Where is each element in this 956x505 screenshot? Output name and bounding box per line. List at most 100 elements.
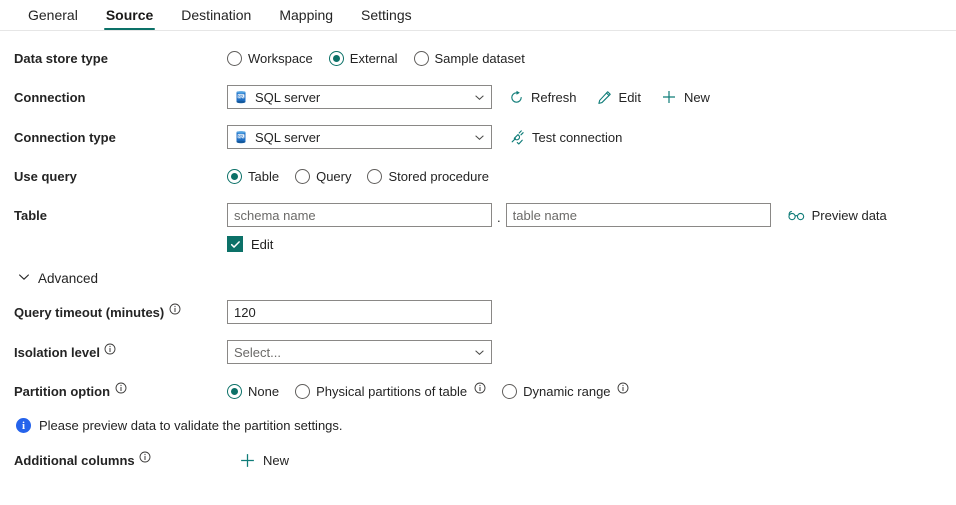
additional-columns-controls: New xyxy=(227,452,309,469)
advanced-section-header[interactable]: Advanced xyxy=(18,271,956,286)
new-connection-button[interactable]: New xyxy=(661,89,710,105)
label-isolation-level: Isolation level xyxy=(14,345,227,360)
schema-name-input[interactable]: schema name xyxy=(227,203,492,227)
radio-dot-icon xyxy=(295,169,310,184)
chevron-down-icon xyxy=(471,132,487,143)
row-table: Table schema name . table name xyxy=(14,203,956,227)
add-additional-column-button[interactable]: New xyxy=(239,452,289,469)
edit-connection-button[interactable]: Edit xyxy=(597,90,641,105)
new-label: New xyxy=(684,90,710,105)
advanced-section-label: Advanced xyxy=(38,271,98,286)
connection-actions: Refresh Edit xyxy=(509,89,730,105)
connection-value: SQL server xyxy=(255,90,471,105)
isolation-level-placeholder: Select... xyxy=(234,345,471,360)
label-use-query: Use query xyxy=(14,169,227,184)
row-partition-option: Partition option None Physical partition… xyxy=(14,380,956,402)
isolation-level-dropdown[interactable]: Select... xyxy=(227,340,492,364)
table-actions: Preview data xyxy=(788,208,907,223)
test-connection-button[interactable]: Test connection xyxy=(509,129,622,145)
row-table-edit-checkbox: Edit xyxy=(14,233,956,255)
info-icon[interactable] xyxy=(114,382,127,395)
radio-data-store-sample-dataset[interactable]: Sample dataset xyxy=(414,51,525,66)
row-connection: Connection SQL SQL server xyxy=(14,85,956,109)
radio-label: External xyxy=(350,51,398,66)
add-additional-column-label: New xyxy=(263,453,289,468)
label-data-store-type: Data store type xyxy=(14,51,227,66)
label-connection-type: Connection type xyxy=(14,130,227,145)
isolation-level-controls: Select... xyxy=(227,340,492,364)
refresh-button[interactable]: Refresh xyxy=(509,90,577,105)
row-use-query: Use query Table Query Stored procedure xyxy=(14,165,956,187)
radio-data-store-external[interactable]: External xyxy=(329,51,398,66)
row-query-timeout: Query timeout (minutes) 120 xyxy=(14,300,956,324)
chevron-down-icon xyxy=(18,271,30,286)
radio-use-query-stored-procedure[interactable]: Stored procedure xyxy=(367,169,488,184)
radio-dot-icon xyxy=(227,384,242,399)
connection-controls: SQL SQL server Refresh xyxy=(227,85,730,109)
radio-label: Dynamic range xyxy=(523,384,610,399)
radio-label: Stored procedure xyxy=(388,169,488,184)
radio-label: Workspace xyxy=(248,51,313,66)
checkbox-checked-icon xyxy=(227,236,243,252)
tab-general[interactable]: General xyxy=(14,7,92,30)
source-form: Data store type Workspace External Sampl… xyxy=(0,31,956,471)
svg-text:SQL: SQL xyxy=(238,95,245,99)
label-additional-columns: Additional columns xyxy=(14,453,227,468)
radio-label: Physical partitions of table xyxy=(316,384,467,399)
row-isolation-level: Isolation level Select... xyxy=(14,340,956,364)
table-edit-label: Edit xyxy=(251,237,273,252)
label-partition-option: Partition option xyxy=(14,384,227,399)
partition-info-message: i Please preview data to validate the pa… xyxy=(16,418,956,433)
tab-bar: General Source Destination Mapping Setti… xyxy=(0,0,956,31)
radio-label: Table xyxy=(248,169,279,184)
radio-partition-dynamic-range[interactable]: Dynamic range xyxy=(502,384,629,399)
row-data-store-type: Data store type Workspace External Sampl… xyxy=(14,47,956,69)
info-icon[interactable] xyxy=(617,382,630,395)
connection-type-value: SQL server xyxy=(255,130,471,145)
label-connection: Connection xyxy=(14,90,227,105)
connection-type-actions: Test connection xyxy=(509,129,642,145)
info-icon[interactable] xyxy=(473,382,486,395)
radio-dot-icon xyxy=(367,169,382,184)
label-query-timeout-text: Query timeout (minutes) xyxy=(14,305,164,320)
tab-source[interactable]: Source xyxy=(92,7,167,30)
radio-dot-icon xyxy=(502,384,517,399)
connection-type-dropdown[interactable]: SQL SQL server xyxy=(227,125,492,149)
query-timeout-value: 120 xyxy=(234,305,485,320)
preview-data-button[interactable]: Preview data xyxy=(788,208,887,223)
radio-use-query-query[interactable]: Query xyxy=(295,169,351,184)
info-icon[interactable] xyxy=(139,451,152,464)
plus-icon xyxy=(239,452,256,469)
sql-server-icon: SQL xyxy=(234,130,248,144)
chevron-down-icon xyxy=(471,347,487,358)
radio-data-store-workspace[interactable]: Workspace xyxy=(227,51,313,66)
schema-name-placeholder: schema name xyxy=(234,208,485,223)
radio-group-use-query: Table Query Stored procedure xyxy=(227,169,505,184)
sql-server-icon: SQL xyxy=(234,90,248,104)
connection-type-controls: SQL SQL server xyxy=(227,125,642,149)
radio-use-query-table[interactable]: Table xyxy=(227,169,279,184)
info-icon[interactable] xyxy=(104,343,117,356)
table-name-input[interactable]: table name xyxy=(506,203,771,227)
radio-label: None xyxy=(248,384,279,399)
chevron-down-icon xyxy=(471,92,487,103)
tab-settings[interactable]: Settings xyxy=(347,7,426,30)
connection-dropdown[interactable]: SQL SQL server xyxy=(227,85,492,109)
label-table: Table xyxy=(14,208,227,223)
radio-partition-none[interactable]: None xyxy=(227,384,279,399)
radio-partition-physical-partitions[interactable]: Physical partitions of table xyxy=(295,384,486,399)
schema-table-separator: . xyxy=(497,210,501,227)
preview-data-label: Preview data xyxy=(812,208,887,223)
info-icon[interactable] xyxy=(168,303,181,316)
refresh-icon xyxy=(509,90,524,105)
table-edit-checkbox[interactable]: Edit xyxy=(227,236,273,252)
radio-label: Sample dataset xyxy=(435,51,525,66)
radio-group-partition-option: None Physical partitions of table Dynami… xyxy=(227,384,646,399)
refresh-label: Refresh xyxy=(531,90,577,105)
query-timeout-input[interactable]: 120 xyxy=(227,300,492,324)
radio-dot-icon xyxy=(414,51,429,66)
radio-dot-icon xyxy=(295,384,310,399)
tab-mapping[interactable]: Mapping xyxy=(265,7,347,30)
tab-destination[interactable]: Destination xyxy=(167,7,265,30)
table-name-placeholder: table name xyxy=(513,208,764,223)
